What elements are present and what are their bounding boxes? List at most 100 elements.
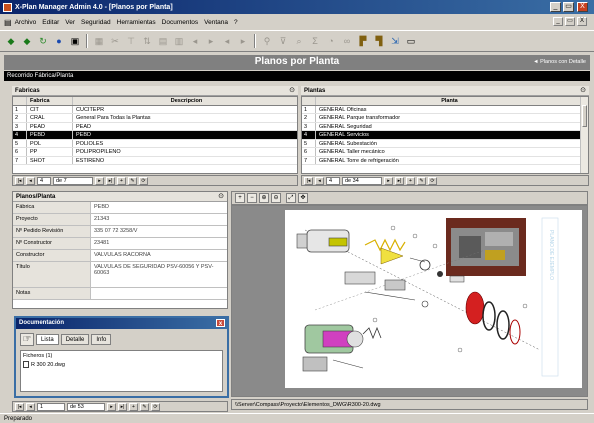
- file-item[interactable]: R 300 20.dwg: [23, 361, 220, 368]
- arrow-right-icon[interactable]: ▸: [204, 34, 218, 48]
- zoom-window-icon[interactable]: ⊕: [259, 193, 269, 203]
- search-icon[interactable]: ⊙: [218, 192, 224, 202]
- nav-refresh-button[interactable]: ⟳: [139, 176, 148, 185]
- link-icon[interactable]: ∞: [340, 34, 354, 48]
- menu-editar[interactable]: Editar: [42, 19, 59, 26]
- col-header-planta[interactable]: Planta: [316, 97, 580, 105]
- field-value[interactable]: 335 07 72 3258/V: [91, 226, 227, 237]
- first-record-icon[interactable]: ◆: [4, 34, 18, 48]
- table-row[interactable]: 2 GENERAL Parque transformador: [302, 114, 580, 123]
- mdi-minimize-button[interactable]: _: [553, 17, 563, 26]
- table-row[interactable]: 7 SHOT ESTIRENO: [13, 156, 297, 165]
- arrow-first-icon[interactable]: ◂: [220, 34, 234, 48]
- nav-refresh-button[interactable]: ⟳: [151, 402, 160, 411]
- nav-prev-button[interactable]: ◂: [315, 176, 324, 185]
- nav-edit-button[interactable]: ✎: [140, 402, 149, 411]
- scrollbar-thumb[interactable]: [582, 105, 587, 127]
- nav-last-button[interactable]: ▸|: [118, 402, 127, 411]
- search-icon[interactable]: ⊙: [580, 86, 586, 96]
- menu-ver[interactable]: Ver: [65, 19, 75, 26]
- nav-next-button[interactable]: ▸: [95, 176, 104, 185]
- arrow-left-icon[interactable]: ◂: [188, 34, 202, 48]
- nav-prev-button[interactable]: ◂: [26, 402, 35, 411]
- chart-icon[interactable]: ◔: [324, 34, 338, 48]
- columns-icon[interactable]: ▥: [172, 34, 186, 48]
- col-header-descripcion[interactable]: Descripcion: [73, 97, 297, 105]
- planos-detalle-link[interactable]: ◄ Planos con Detalle: [533, 59, 586, 65]
- field-value[interactable]: 23481: [91, 238, 227, 249]
- nav-next-button[interactable]: ▸: [384, 176, 393, 185]
- menu-herramientas[interactable]: Herramientas: [117, 19, 156, 26]
- nav-last-button[interactable]: ▸|: [106, 176, 115, 185]
- documentacion-title-bar[interactable]: Documentación x: [16, 318, 227, 329]
- nav-record-field[interactable]: 1: [37, 402, 65, 411]
- cut-icon[interactable]: ✂: [108, 34, 122, 48]
- field-value[interactable]: [91, 288, 227, 299]
- sum-icon[interactable]: Σ: [308, 34, 322, 48]
- table-icon[interactable]: ▤: [156, 34, 170, 48]
- book-icon[interactable]: ▛: [356, 34, 370, 48]
- nav-record-field[interactable]: 4: [37, 176, 51, 185]
- field-value[interactable]: 21343: [91, 214, 227, 225]
- table-row[interactable]: 4 PEBD PEBD: [13, 131, 297, 140]
- tab-lista[interactable]: Lista: [36, 334, 59, 345]
- table-row[interactable]: 6 PP POLIPROPILENO: [13, 148, 297, 157]
- nav-add-button[interactable]: +: [406, 176, 415, 185]
- grid-icon[interactable]: ▦: [92, 34, 106, 48]
- stop-icon[interactable]: ●: [52, 34, 66, 48]
- pan-icon[interactable]: ✥: [298, 193, 308, 203]
- query-icon[interactable]: ⚲: [260, 34, 274, 48]
- nav-prev-button[interactable]: ◂: [26, 176, 35, 185]
- nav-last-button[interactable]: ▸|: [395, 176, 404, 185]
- tab-info[interactable]: Info: [91, 334, 112, 345]
- nav-edit-button[interactable]: ✎: [128, 176, 137, 185]
- bookmark-icon[interactable]: ▜: [372, 34, 386, 48]
- menu-documentos[interactable]: Documentos: [162, 19, 199, 26]
- sort-icon[interactable]: ⇅: [140, 34, 154, 48]
- refresh-icon[interactable]: ↻: [36, 34, 50, 48]
- nav-add-button[interactable]: +: [117, 176, 126, 185]
- nav-add-button[interactable]: +: [129, 402, 138, 411]
- table-row[interactable]: 5 GENERAL Subestación: [302, 139, 580, 148]
- funnel-icon[interactable]: ⊽: [276, 34, 290, 48]
- find-icon[interactable]: ⌕: [292, 34, 306, 48]
- nav-next-button[interactable]: ▸: [107, 402, 116, 411]
- table-row[interactable]: 4 GENERAL Servicios: [302, 131, 580, 140]
- prev-record-icon[interactable]: ◆: [20, 34, 34, 48]
- nav-first-button[interactable]: |◂: [15, 402, 24, 411]
- nav-edit-button[interactable]: ✎: [417, 176, 426, 185]
- menu-help[interactable]: ?: [234, 19, 238, 26]
- table-row[interactable]: 5 POL POLIOLES: [13, 139, 297, 148]
- menu-archivo[interactable]: Archivo: [15, 19, 37, 26]
- table-row[interactable]: 2 CRAL General Para Todas la Plantas: [13, 114, 297, 123]
- maximize-button[interactable]: ▭: [563, 2, 574, 12]
- zoom-extents-icon[interactable]: ⤢: [286, 193, 296, 203]
- table-row[interactable]: 3 GENERAL Seguridad: [302, 122, 580, 131]
- zoom-in-icon[interactable]: +: [235, 193, 245, 203]
- table-row[interactable]: 1 GENERAL Oficinas: [302, 105, 580, 114]
- zoom-out-icon[interactable]: −: [247, 193, 257, 203]
- plantas-scrollbar[interactable]: [580, 97, 588, 173]
- print-icon[interactable]: ▣: [68, 34, 82, 48]
- table-row[interactable]: 3 PEAD PEAD: [13, 122, 297, 131]
- menu-ventana[interactable]: Ventana: [204, 19, 228, 26]
- save-icon[interactable]: ▭: [404, 34, 418, 48]
- tab-detalle[interactable]: Detalle: [60, 334, 90, 345]
- field-value[interactable]: VALVULAS DE SEGURIDAD PSV-60056 Y PSV-60…: [91, 262, 227, 287]
- documentacion-close-button[interactable]: x: [216, 319, 225, 327]
- table-row[interactable]: 7 GENERAL Torre de refrigeración: [302, 156, 580, 165]
- table-row[interactable]: 1 CIT CUCITEPR: [13, 105, 297, 114]
- field-value[interactable]: VALVULAS RACORNA: [91, 250, 227, 261]
- minimize-button[interactable]: _: [550, 2, 561, 12]
- zoom-fit-icon[interactable]: ⊖: [271, 193, 281, 203]
- export-icon[interactable]: ⇲: [388, 34, 402, 48]
- drawing-sheet[interactable]: PLANO DE EJEMPLO: [285, 210, 582, 388]
- filter-icon[interactable]: ⊤: [124, 34, 138, 48]
- nav-refresh-button[interactable]: ⟳: [428, 176, 437, 185]
- search-icon[interactable]: ⊙: [289, 86, 295, 96]
- close-button[interactable]: X: [577, 2, 588, 12]
- window-title-bar[interactable]: X-Plan Manager Admin 4.0 - [Planos por P…: [0, 0, 594, 14]
- open-document-icon[interactable]: ☞: [20, 333, 34, 346]
- nav-record-field[interactable]: 4: [326, 176, 340, 185]
- col-header-fabrica[interactable]: Fabrica: [27, 97, 73, 105]
